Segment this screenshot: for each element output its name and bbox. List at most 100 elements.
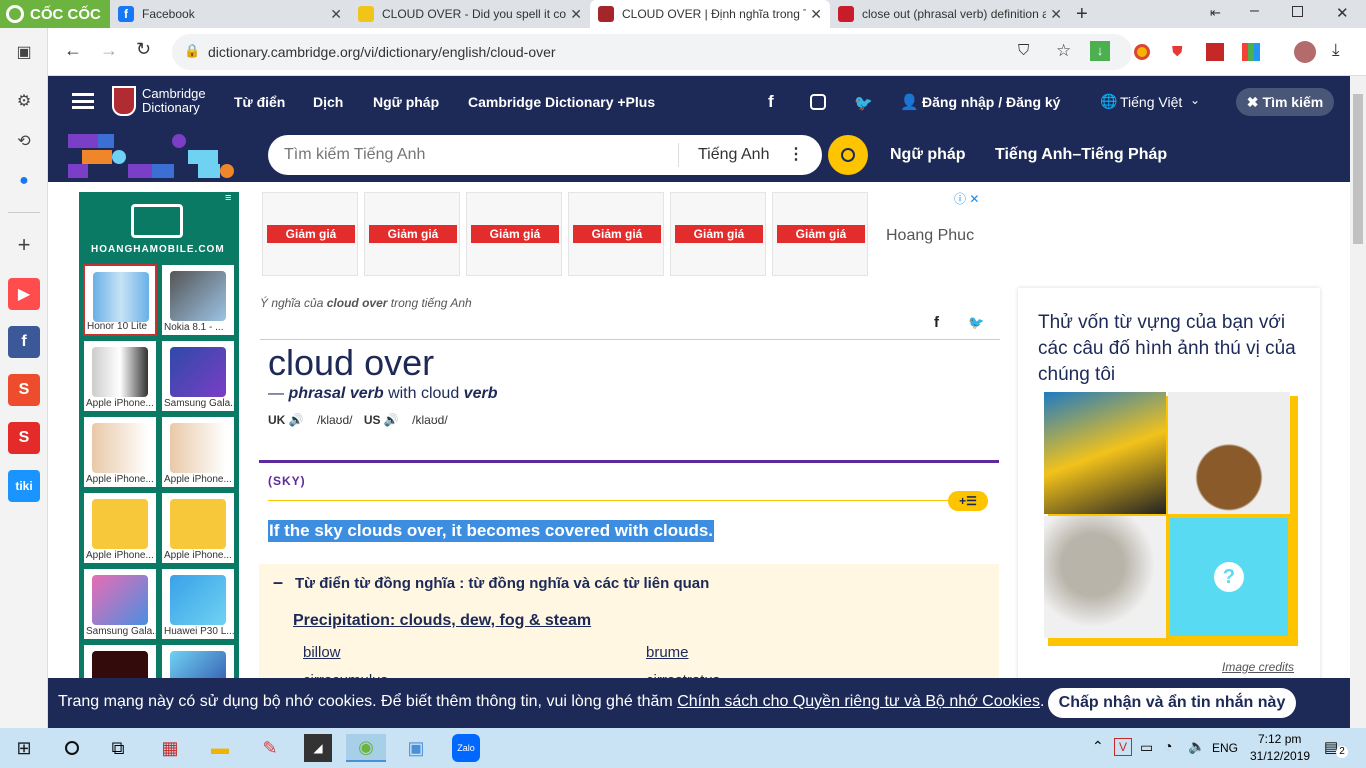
extension-shield-icon[interactable]: ⛊ [1172, 43, 1183, 60]
bookmark-star-icon[interactable]: ☆ [1056, 41, 1071, 61]
youtube-icon[interactable]: ▶ [8, 278, 40, 310]
hamburger-icon[interactable] [72, 93, 94, 109]
search-submit-button[interactable] [828, 135, 868, 175]
login-link[interactable]: Đăng nhập / Đăng ký [922, 94, 1060, 110]
image-credits-link[interactable]: Image credits [1222, 660, 1294, 674]
clock-time[interactable]: 7:12 pm [1258, 732, 1301, 746]
close-tab-icon[interactable]: ✕ [1050, 6, 1062, 23]
nav-plus[interactable]: Cambridge Dictionary +Plus [468, 94, 655, 110]
more-options-icon[interactable]: ⋮ [788, 144, 804, 164]
forward-icon[interactable]: → [100, 40, 118, 61]
tab-spell[interactable]: CLOUD OVER - Did you spell it corre ✕ [350, 0, 590, 28]
minimize-icon[interactable]: – [1250, 2, 1259, 20]
adchoices-icon[interactable]: ⓘ ✕ [954, 190, 979, 207]
app-icon[interactable]: ▦ [156, 734, 184, 762]
history-icon[interactable]: ⟲ [8, 125, 40, 157]
share-twitter-icon[interactable]: 🐦 [968, 315, 984, 331]
quiz-image-parrot[interactable] [1044, 392, 1166, 514]
ad-menu-icon[interactable]: ≡ [225, 192, 231, 204]
nav-grammar[interactable]: Ngữ pháp [373, 94, 439, 110]
nav-dictionary[interactable]: Từ điển [234, 94, 285, 110]
search-input[interactable] [284, 143, 664, 167]
shoe-item[interactable]: Giảm giá [364, 192, 460, 276]
user-icon[interactable]: 👤 [900, 93, 919, 111]
download-icon[interactable]: ⤓ [1332, 40, 1340, 60]
quiz-image-unknown[interactable]: ? [1170, 518, 1288, 636]
phone-item[interactable]: Samsung Gala... [161, 340, 235, 412]
phone-item[interactable]: Huawei P30 L... [161, 568, 235, 640]
volume-icon[interactable]: 🔈 [1188, 738, 1205, 755]
phone-item[interactable]: Apple iPhone... [83, 340, 157, 412]
new-tab-icon[interactable]: + [1076, 3, 1088, 26]
settings-icon[interactable]: ⚙ [8, 85, 40, 117]
tab-cambridge[interactable]: CLOUD OVER | Định nghĩa trong Từ đi ✕ [590, 0, 830, 28]
phone-item[interactable]: Nokia 8.1 - ... [161, 264, 235, 336]
wifi-icon[interactable]: ◔ [1164, 738, 1172, 754]
phone-item[interactable]: Apple iPhone... [83, 492, 157, 564]
download-green-icon[interactable]: ↓ [1090, 41, 1110, 61]
shoe-item[interactable]: Giảm giá [262, 192, 358, 276]
tab-search-icon[interactable]: ⇤ [1210, 5, 1221, 21]
close-window-icon[interactable]: ✕ [1336, 4, 1349, 22]
close-tab-icon[interactable]: ✕ [570, 6, 582, 23]
accept-cookies-button[interactable]: Chấp nhận và ẩn tin nhắn này [1048, 688, 1296, 718]
quiz-image-snail[interactable] [1168, 392, 1290, 514]
search-language-select[interactable]: Tiếng Anh [698, 146, 769, 164]
maximize-icon[interactable] [1292, 6, 1303, 17]
phone-item[interactable] [83, 644, 157, 678]
tab-oxford[interactable]: close out (phrasal verb) definition an ✕ [830, 0, 1070, 28]
chevron-down-icon[interactable]: ⌄ [1190, 93, 1200, 107]
file-explorer-icon[interactable]: ▬ [206, 734, 234, 762]
panel-icon[interactable]: ▣ [8, 36, 40, 68]
phone-item[interactable]: Honor 10 Lite [83, 264, 157, 336]
phone-item[interactable]: Apple iPhone... [161, 492, 235, 564]
coccoc-taskbar-icon[interactable]: ◉ [346, 734, 386, 762]
shoe-item[interactable]: Giảm giá [772, 192, 868, 276]
close-tab-icon[interactable]: ✕ [810, 6, 822, 23]
collapse-icon[interactable]: – [273, 572, 283, 593]
phone-item[interactable]: Samsung Gala... [83, 568, 157, 640]
add-to-wordlist-button[interactable]: +☰ [948, 491, 988, 511]
instagram-icon[interactable] [810, 94, 826, 110]
shoe-item[interactable]: Giảm giá [670, 192, 766, 276]
windows-start-icon[interactable]: ⊞ [10, 734, 38, 762]
app-icon[interactable]: ▣ [402, 734, 430, 762]
back-icon[interactable]: ← [64, 40, 82, 61]
battery-icon[interactable]: ▭ [1140, 739, 1153, 756]
twitter-icon[interactable]: 🐦 [854, 94, 873, 112]
page-scrollbar[interactable] [1350, 76, 1366, 728]
shopee-icon[interactable]: S [8, 374, 40, 406]
sticky-app-icon[interactable]: ◢ [304, 734, 332, 762]
speaker-icon[interactable]: 🔊 [289, 413, 304, 427]
cambridge-logo[interactable]: Cambridge Dictionary [112, 86, 206, 116]
speaker-icon[interactable]: 🔊 [384, 413, 399, 427]
phone-item[interactable]: Apple iPhone... [161, 416, 235, 488]
tray-app-icon[interactable]: V [1114, 738, 1132, 756]
privacy-policy-link[interactable]: Chính sách cho Quyền riêng tư và Bộ nhớ … [677, 693, 1040, 710]
close-tab-icon[interactable]: ✕ [330, 6, 342, 23]
facebook-app-icon[interactable]: f [8, 326, 40, 358]
task-view-icon[interactable]: ⧉ [104, 734, 132, 762]
shoe-item[interactable]: Giảm giá [466, 192, 562, 276]
language-select[interactable]: Tiếng Việt [1120, 94, 1182, 110]
related-word[interactable]: billow [303, 644, 341, 661]
sendo-icon[interactable]: S [8, 422, 40, 454]
subnav-grammar[interactable]: Ngữ pháp [890, 146, 966, 164]
extension-grid-icon[interactable] [1242, 43, 1260, 61]
paint-icon[interactable]: ✎ [256, 734, 284, 762]
thesaurus-link[interactable]: Precipitation: clouds, dew, fog & steam [293, 612, 591, 630]
address-bar[interactable]: 🔒 dictionary.cambridge.org/vi/dictionary… [172, 34, 1132, 70]
subnav-english-french[interactable]: Tiếng Anh–Tiếng Pháp [995, 146, 1167, 164]
nav-translate[interactable]: Dịch [313, 94, 343, 110]
shoe-item[interactable]: Giảm giá [568, 192, 664, 276]
quiz-widget[interactable]: Thử vốn từ vựng của bạn với các câu đố h… [1018, 288, 1320, 678]
phone-ad[interactable]: HOANGHAMOBILE.COM ≡ Honor 10 Lite Nokia … [79, 192, 239, 678]
thesaurus-title[interactable]: Từ điển từ đồng nghĩa : từ đồng nghĩa và… [295, 575, 709, 592]
search-toggle-button[interactable]: ✖ Tìm kiếm [1236, 88, 1334, 116]
facebook-social-icon[interactable]: f [768, 92, 774, 112]
extension-red-icon[interactable] [1206, 43, 1224, 61]
search-taskbar-icon[interactable] [58, 734, 86, 762]
shoe-ad[interactable]: Giảm giá Giảm giá Giảm giá Giảm giá Giảm… [260, 182, 990, 286]
extension-chrome-icon[interactable] [1134, 44, 1150, 60]
clock-date[interactable]: 31/12/2019 [1250, 749, 1310, 763]
